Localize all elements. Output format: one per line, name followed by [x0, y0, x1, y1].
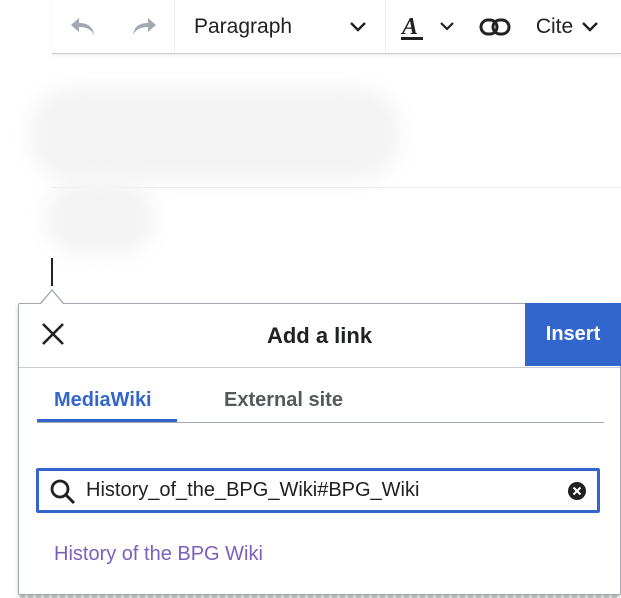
link-button[interactable]	[468, 0, 522, 53]
paragraph-format-dropdown[interactable]: Paragraph	[175, 0, 386, 53]
chevron-down-icon	[582, 21, 599, 32]
tab-mediawiki[interactable]: MediaWiki	[37, 380, 177, 422]
insert-button[interactable]: Insert	[525, 303, 621, 366]
chevron-down-icon	[440, 22, 454, 31]
history-group	[52, 0, 175, 53]
tab-external-site[interactable]: External site	[207, 380, 360, 422]
blurred-text	[45, 180, 155, 255]
chevron-down-icon	[350, 21, 366, 32]
redo-button[interactable]	[113, 0, 174, 53]
dialog-header: Add a link Insert	[19, 303, 621, 368]
link-search-input[interactable]	[86, 473, 556, 508]
undo-icon	[69, 16, 97, 38]
link-icon	[479, 17, 511, 37]
blurred-heading	[30, 88, 400, 180]
link-type-tabs: MediaWiki External site	[37, 380, 604, 423]
svg-text:A: A	[400, 14, 418, 40]
link-search-box	[36, 468, 600, 513]
redo-icon	[130, 16, 158, 38]
text-style-icon: A	[400, 13, 428, 41]
dialog-pointer-fill	[41, 291, 63, 304]
close-button[interactable]	[31, 316, 75, 356]
cite-dropdown[interactable]: Cite	[522, 0, 612, 53]
search-result-item[interactable]: History of the BPG Wiki	[54, 543, 263, 566]
text-cursor	[51, 258, 53, 286]
add-link-dialog: Add a link Insert MediaWiki External sit…	[18, 303, 621, 595]
undo-button[interactable]	[52, 0, 113, 53]
editor-toolbar: Paragraph A Cite	[52, 0, 621, 54]
text-style-button[interactable]: A	[386, 0, 468, 53]
cite-label: Cite	[535, 14, 574, 38]
close-icon	[41, 322, 65, 351]
search-icon	[50, 479, 76, 510]
paragraph-format-label: Paragraph	[194, 14, 293, 38]
clear-icon[interactable]	[568, 482, 586, 505]
